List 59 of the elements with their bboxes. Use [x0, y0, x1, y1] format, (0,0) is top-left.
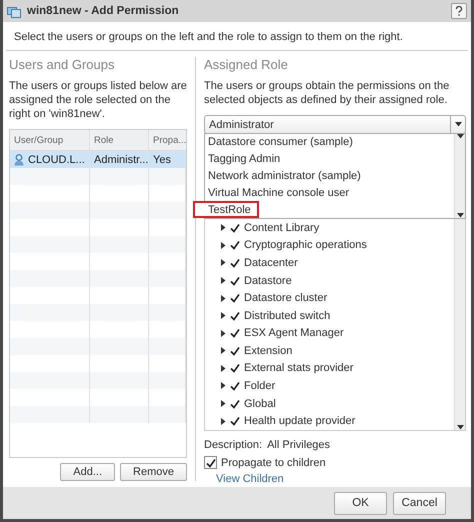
section-heading: Assigned Role: [204, 57, 289, 72]
privilege-label[interactable]: Datastore: [244, 274, 292, 287]
scrollbar[interactable]: [454, 134, 465, 218]
cancel-button[interactable]: Cancel: [393, 492, 446, 514]
privilege-label[interactable]: Distributed switch: [244, 310, 330, 322]
description-value: All Privileges: [267, 439, 330, 451]
section-heading: Users and Groups: [9, 57, 116, 72]
role-option[interactable]: TestRole: [193, 201, 259, 218]
ok-button[interactable]: OK: [334, 492, 387, 514]
privilege-label[interactable]: Folder: [244, 380, 276, 392]
checkbox-label: Propagate to children: [221, 456, 326, 468]
expand-arrow-icon[interactable]: [221, 364, 226, 372]
caret-icon: [456, 425, 464, 430]
privilege-label[interactable]: Content Library: [244, 222, 320, 234]
expand-arrow-icon[interactable]: [221, 224, 226, 232]
help-icon: [455, 6, 463, 16]
expand-arrow-icon[interactable]: [221, 312, 226, 320]
privilege-label[interactable]: Datacenter: [244, 256, 298, 269]
expand-arrow-icon[interactable]: [221, 242, 226, 249]
propagate-checkbox[interactable]: [204, 456, 217, 469]
expand-arrow-icon[interactable]: [221, 294, 226, 302]
view-children-link[interactable]: View Children: [216, 473, 284, 485]
table-cell: CLOUD.L...: [28, 154, 85, 166]
add-button[interactable]: Add...: [60, 463, 116, 481]
role-option[interactable]: Tagging Admin: [205, 150, 284, 168]
instruction-text: Select the users or groups on the left and the role to assign to them on the right.: [6, 22, 468, 51]
column-header[interactable]: Propa...: [149, 130, 186, 150]
privilege-label[interactable]: External stats provider: [244, 362, 354, 374]
privilege-label[interactable]: Extension: [244, 344, 292, 357]
expand-arrow-icon[interactable]: [221, 347, 226, 354]
remove-button[interactable]: Remove: [120, 463, 187, 481]
privilege-label[interactable]: Health update provider: [244, 415, 356, 428]
privilege-label[interactable]: ESX Agent Manager: [244, 327, 344, 340]
role-option[interactable]: Virtual Machine console user: [205, 184, 352, 202]
table-cell: Yes: [153, 154, 171, 166]
expand-arrow-icon[interactable]: [221, 400, 226, 408]
privilege-label[interactable]: Cryptographic operations: [244, 239, 367, 252]
column-header[interactable]: Role: [90, 130, 149, 150]
window-icon: [7, 4, 21, 18]
expand-arrow-icon[interactable]: [221, 382, 226, 390]
expand-arrow-icon[interactable]: [221, 418, 226, 425]
window-title: win81new - Add Permission: [27, 5, 180, 17]
caret-icon: [456, 213, 464, 218]
privilege-label[interactable]: Datastore cluster: [244, 292, 328, 304]
help-button[interactable]: [451, 3, 467, 19]
table-cell: Administr...: [94, 154, 148, 166]
expand-arrow-icon[interactable]: [221, 330, 226, 337]
role-select[interactable]: Administrator: [204, 115, 466, 134]
section-description: The users or groups listed below are assigned the role selected on the right on 'win81new'.: [9, 79, 187, 121]
privilege-label[interactable]: Global: [244, 398, 276, 410]
expand-arrow-icon[interactable]: [221, 277, 226, 284]
column-header[interactable]: User/Group: [10, 130, 90, 150]
role-option[interactable]: Network administrator (sample): [205, 168, 364, 184]
user-icon: [14, 154, 24, 166]
description-label: Description:: [204, 439, 262, 451]
table-row[interactable]: CLOUD.L... Administr... Yes: [10, 151, 186, 168]
section-description: The users or groups obtain the permissions on the selected objects as defined by their assigned role.: [204, 79, 450, 107]
expand-arrow-icon[interactable]: [221, 259, 226, 266]
role-option[interactable]: Datastore consumer (sample): [205, 134, 356, 151]
